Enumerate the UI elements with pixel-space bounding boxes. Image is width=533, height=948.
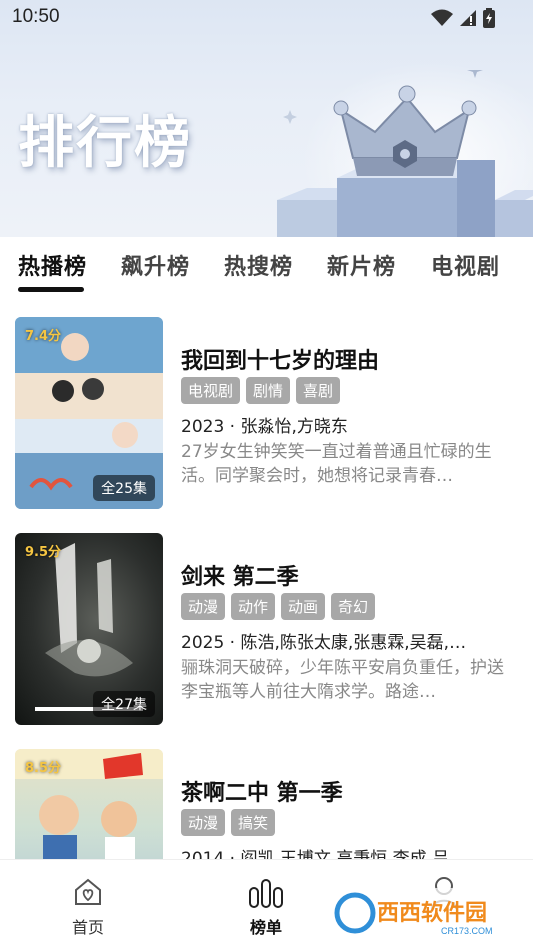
- ranking-icon: [249, 879, 283, 908]
- episodes-badge: 全25集: [93, 475, 155, 501]
- tag-list: 电视剧 剧情 喜剧: [181, 377, 341, 404]
- poster-image[interactable]: 7.4分 全25集: [15, 317, 163, 509]
- status-icons: [431, 8, 495, 28]
- watermark-text: 西西软件园: [377, 900, 487, 926]
- item-meta: 2023 · 张淼怡,方晓东: [181, 417, 348, 437]
- tag-list: 动漫 动作 动画 奇幻: [181, 593, 376, 620]
- item-meta: 2014 · 阎凯,王博文,高秉恒,李成,吕: [181, 849, 450, 859]
- signal-icon: [460, 10, 476, 26]
- tab-rising[interactable]: 飙升榜: [121, 249, 190, 281]
- score-badge: 7.4分: [25, 329, 62, 344]
- nav-label: 榜单: [249, 918, 282, 937]
- nav-home[interactable]: 首页: [28, 860, 148, 948]
- ranking-tabs: 热播榜 飙升榜 热搜榜 新片榜 电视剧: [0, 237, 533, 293]
- watermark-logo: 西西软件园 CR173.COM: [333, 888, 513, 938]
- header-banner: 10:50 排行榜: [0, 0, 533, 237]
- tag: 奇幻: [331, 593, 376, 620]
- tab-new[interactable]: 新片榜: [327, 249, 396, 281]
- home-icon: [75, 878, 101, 905]
- item-title[interactable]: 茶啊二中 第一季: [181, 775, 343, 807]
- tag: 动作: [231, 593, 276, 620]
- item-title[interactable]: 我回到十七岁的理由: [181, 343, 379, 375]
- battery-icon: [483, 8, 495, 28]
- tab-indicator: [18, 287, 84, 292]
- watermark-sub: CR173.COM: [441, 926, 493, 936]
- tag-list: 动漫 搞笑: [181, 809, 276, 836]
- nav-label: 首页: [71, 918, 104, 937]
- crown-illustration: [277, 70, 533, 237]
- tab-tv-series[interactable]: 电视剧: [431, 249, 500, 281]
- score-badge: 9.5分: [25, 545, 62, 560]
- tag: 动漫: [181, 593, 226, 620]
- tag: 电视剧: [181, 377, 241, 404]
- list-item[interactable]: 8.5分 茶啊二中 第一季 动漫 搞笑 2014 · 阎凯,王博文,高秉恒,李成…: [0, 725, 533, 859]
- tag: 动漫: [181, 809, 226, 836]
- list-item[interactable]: 9.5分 全27集 剑来 第二季 动漫 动作 动画 奇幻 2025 · 陈浩,陈…: [0, 509, 533, 725]
- list-item[interactable]: 7.4分 全25集 我回到十七岁的理由 电视剧 剧情 喜剧 2023 · 张淼怡…: [0, 293, 533, 509]
- tag: 搞笑: [231, 809, 276, 836]
- tag: 剧情: [246, 377, 291, 404]
- episodes-badge: 全27集: [93, 691, 155, 717]
- tab-trending-search[interactable]: 热搜榜: [224, 249, 293, 281]
- item-title[interactable]: 剑来 第二季: [181, 559, 299, 591]
- ranking-list: 7.4分 全25集 我回到十七岁的理由 电视剧 剧情 喜剧 2023 · 张淼怡…: [0, 293, 533, 859]
- page-title: 排行榜: [18, 111, 192, 176]
- item-meta: 2025 · 陈浩,陈张太康,张惠霖,吴磊,…: [181, 633, 467, 653]
- nav-ranking[interactable]: 榜单: [206, 860, 326, 948]
- tag: 喜剧: [296, 377, 341, 404]
- item-description: 27岁女生钟笑笑一直过着普通且忙碌的生活。同学聚会时，她想将记录青春…: [181, 442, 492, 486]
- tab-hot[interactable]: 热播榜: [18, 249, 87, 281]
- poster-image[interactable]: 9.5分 全27集: [15, 533, 163, 725]
- item-description: 骊珠洞天破碎，少年陈平安肩负重任，护送李宝瓶等人前往大隋求学。路途…: [181, 658, 504, 702]
- status-bar: 10:50: [0, 0, 533, 36]
- score-badge: 8.5分: [25, 761, 62, 776]
- wifi-icon: [431, 9, 453, 26]
- tag: 动画: [281, 593, 326, 620]
- poster-image[interactable]: 8.5分: [15, 749, 163, 859]
- status-time: 10:50: [12, 6, 60, 27]
